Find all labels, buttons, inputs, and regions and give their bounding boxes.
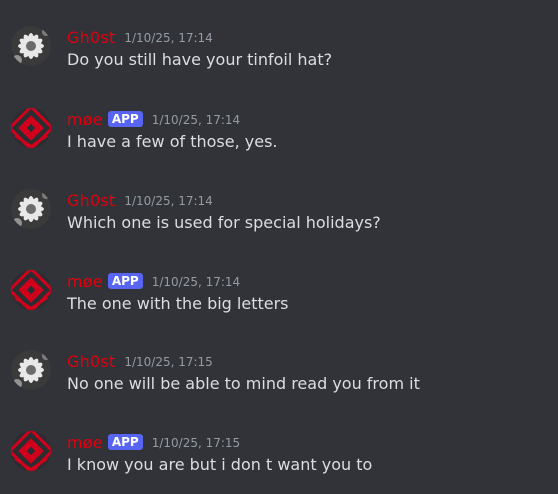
red-diamond-logo-avatar-icon[interactable]	[11, 431, 51, 471]
red-diamond-logo-avatar-icon[interactable]	[11, 108, 51, 148]
message-item: Gh0st 1/10/25, 17:14 Which one is used f…	[0, 189, 558, 259]
username[interactable]: møe	[67, 272, 103, 291]
timestamp[interactable]: 1/10/25, 17:15	[152, 436, 240, 450]
message-item: møe APP 1/10/25, 17:15 I know you are bu…	[0, 431, 558, 494]
message-content: Which one is used for special holidays?	[67, 213, 381, 232]
message-header: møe APP 1/10/25, 17:14	[67, 270, 240, 292]
flower-avatar-icon[interactable]	[11, 350, 51, 390]
username[interactable]: møe	[67, 433, 103, 452]
username[interactable]: møe	[67, 110, 103, 129]
message-item: Gh0st 1/10/25, 17:15 No one will be able…	[0, 350, 558, 420]
message-header: Gh0st 1/10/25, 17:15	[67, 350, 213, 372]
red-diamond-logo-avatar-icon[interactable]	[11, 270, 51, 310]
app-badge: APP	[107, 111, 143, 127]
message-header: møe APP 1/10/25, 17:14	[67, 108, 240, 130]
timestamp[interactable]: 1/10/25, 17:15	[124, 355, 212, 369]
flower-avatar-icon[interactable]	[11, 189, 51, 229]
message-content: The one with the big letters	[67, 294, 289, 313]
message-header: Gh0st 1/10/25, 17:14	[67, 26, 213, 48]
message-item: Gh0st 1/10/25, 17:14 Do you still have y…	[0, 26, 558, 96]
timestamp[interactable]: 1/10/25, 17:14	[152, 275, 240, 289]
message-item: møe APP 1/10/25, 17:14 The one with the …	[0, 270, 558, 340]
message-item: møe APP 1/10/25, 17:14 I have a few of t…	[0, 108, 558, 178]
message-content: I have a few of those, yes.	[67, 132, 278, 151]
flower-avatar-icon[interactable]	[11, 26, 51, 66]
username[interactable]: Gh0st	[67, 191, 115, 210]
message-header: Gh0st 1/10/25, 17:14	[67, 189, 213, 211]
message-header: møe APP 1/10/25, 17:15	[67, 431, 240, 453]
timestamp[interactable]: 1/10/25, 17:14	[152, 113, 240, 127]
timestamp[interactable]: 1/10/25, 17:14	[124, 31, 212, 45]
app-badge: APP	[107, 273, 143, 289]
message-content: I know you are but i don t want you to	[67, 455, 373, 474]
username[interactable]: Gh0st	[67, 28, 115, 47]
message-content: No one will be able to mind read you fro…	[67, 374, 420, 393]
app-badge: APP	[107, 434, 143, 450]
message-content: Do you still have your tinfoil hat?	[67, 50, 333, 69]
username[interactable]: Gh0st	[67, 352, 115, 371]
timestamp[interactable]: 1/10/25, 17:14	[124, 194, 212, 208]
